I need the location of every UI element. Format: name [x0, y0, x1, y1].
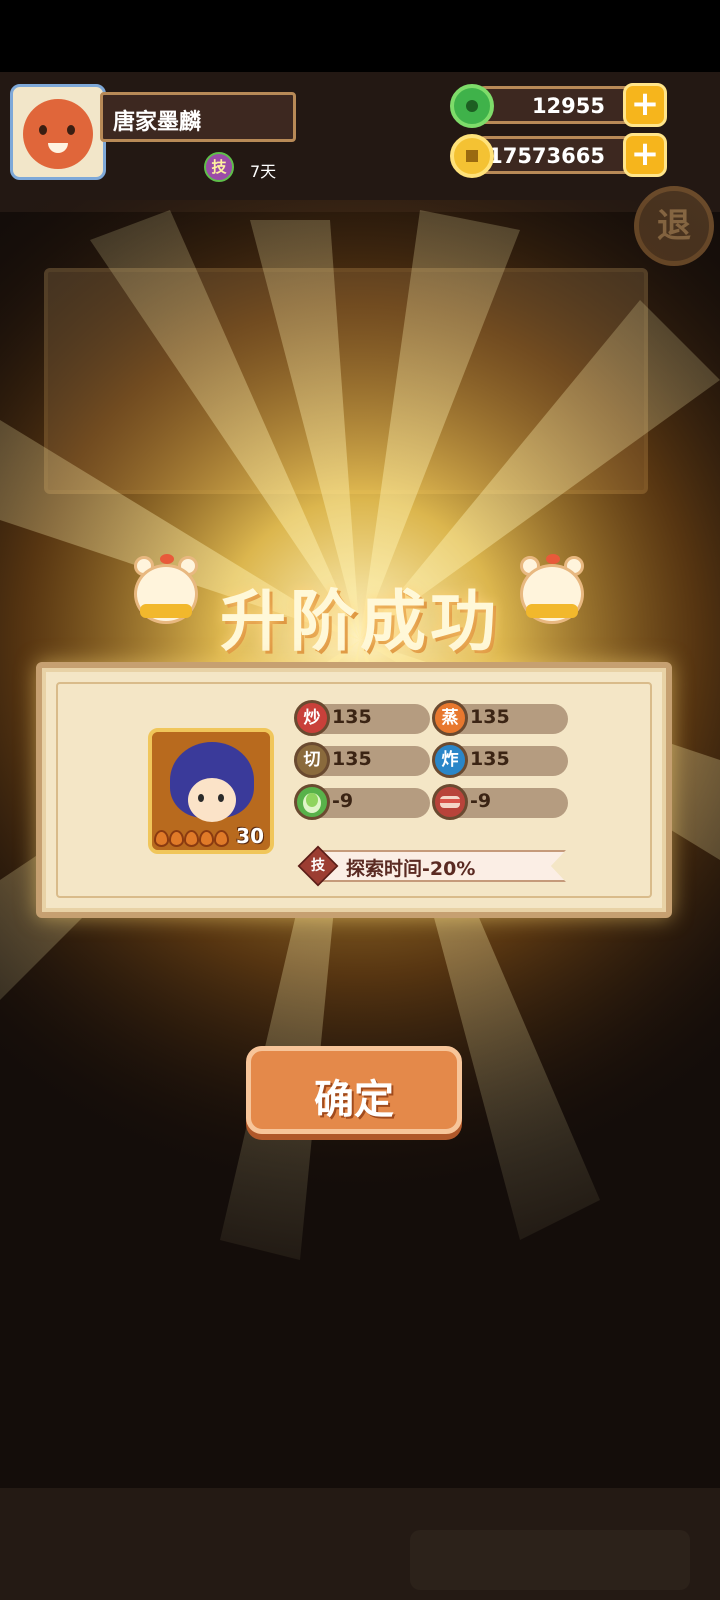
jade-hole [466, 100, 478, 112]
avatar-face [23, 99, 93, 169]
coin-currency-bar: 17573665 + [466, 133, 667, 177]
star-flame-icon [154, 830, 169, 847]
character-face [188, 778, 236, 822]
coin-amount: 17573665 [488, 144, 605, 168]
stat-value: 135 [332, 706, 372, 728]
jade-currency-bar: 12955 + [466, 83, 667, 127]
character-level: 30 [236, 824, 264, 848]
star-flame-icon [199, 830, 214, 847]
star-flame-icon [184, 830, 199, 847]
upgrade-success-title: 升阶成功 [220, 583, 500, 660]
stat-stir-fry: 炒 135 [294, 700, 430, 736]
jade-icon [450, 84, 494, 128]
stat-value: 135 [470, 706, 510, 728]
character-card[interactable]: 30 [148, 728, 274, 854]
skill-tag-label: 技 [311, 858, 325, 874]
character-eye [198, 794, 204, 802]
player-avatar[interactable] [10, 84, 106, 180]
character-eye [218, 794, 224, 802]
stat-deep-fry: 炸 135 [432, 742, 568, 778]
avatar-eye [67, 125, 75, 135]
coin-hole [466, 150, 478, 162]
background-bottom-box [410, 1530, 690, 1590]
stat-value: -9 [332, 790, 354, 812]
star-flame-icon [214, 830, 229, 847]
status-bar [0, 0, 720, 72]
stat-value: 135 [332, 748, 372, 770]
confirm-button[interactable]: 确定 [246, 1046, 462, 1134]
meat-icon [432, 784, 468, 820]
player-name: 唐家墨麟 [113, 110, 202, 135]
vegetable-icon [294, 784, 330, 820]
stir-fry-icon: 炒 [294, 700, 330, 736]
stat-cut: 切 135 [294, 742, 430, 778]
background-panel [44, 268, 648, 494]
stat-steam: 蒸 135 [432, 700, 568, 736]
add-jade-button[interactable]: + [623, 83, 667, 127]
skill-badge-icon[interactable]: 技 [204, 152, 234, 182]
hamster-tuft [160, 554, 174, 564]
skill-banner: 技 探索时间-20% [297, 845, 566, 887]
hamster-tuft [546, 554, 560, 564]
player-name-box: 唐家墨麟 [100, 92, 296, 142]
retreat-button[interactable]: 退 [634, 186, 714, 266]
hamster-scarf [526, 604, 578, 618]
confirm-label: 确定 [314, 1077, 394, 1123]
star-flame-icon [169, 830, 184, 847]
upgrade-result-panel: 30 炒 135 蒸 135 切 135 炸 135 -9 -9 技 探索时间-… [36, 662, 672, 918]
stat-value: -9 [470, 790, 492, 812]
avatar-eye [39, 125, 47, 135]
deep-fry-icon: 炸 [432, 742, 468, 778]
steam-icon: 蒸 [432, 700, 468, 736]
cut-icon: 切 [294, 742, 330, 778]
skill-days: 7天 [250, 162, 277, 181]
skill-description: 探索时间-20% [346, 858, 476, 880]
jade-amount: 12955 [531, 94, 605, 118]
stat-vegetable: -9 [294, 784, 430, 820]
stat-value: 135 [470, 748, 510, 770]
add-coin-button[interactable]: + [623, 133, 667, 177]
hamster-mascot-right [512, 554, 592, 630]
stat-meat: -9 [432, 784, 568, 820]
coin-icon [450, 134, 494, 178]
